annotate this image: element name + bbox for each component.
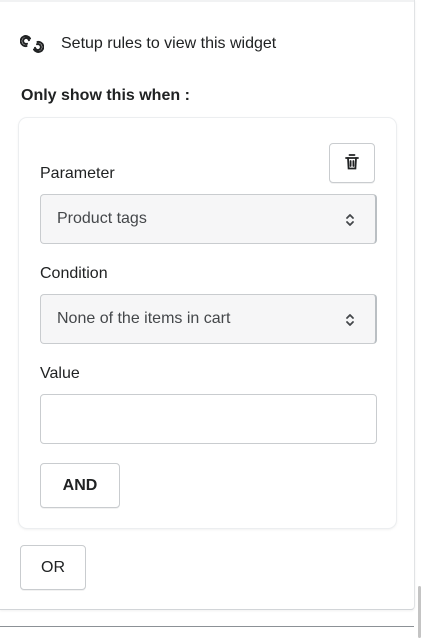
- setup-rules-text: Setup rules to view this widget: [61, 35, 277, 52]
- setup-rules-row[interactable]: Setup rules to view this widget: [20, 32, 276, 56]
- select-arrows-icon: [345, 212, 355, 228]
- parameter-label: Parameter: [40, 165, 115, 182]
- link-rules-icon: [20, 32, 44, 56]
- value-input[interactable]: [40, 394, 377, 444]
- select-arrows-icon: [345, 312, 355, 328]
- value-label: Value: [40, 365, 80, 382]
- parameter-select[interactable]: Product tags: [40, 194, 377, 244]
- scrollbar-thumb[interactable]: [418, 586, 421, 638]
- parameter-select-value: Product tags: [57, 210, 147, 227]
- top-divider: [0, 0, 414, 2]
- condition-label: Condition: [40, 265, 108, 282]
- condition-select[interactable]: None of the items in cart: [40, 294, 377, 344]
- rules-heading: Only show this when :: [21, 87, 190, 104]
- or-button[interactable]: OR: [20, 545, 86, 590]
- trash-icon: [344, 153, 360, 174]
- condition-select-value: None of the items in cart: [57, 310, 231, 327]
- scrollbar-track[interactable]: [417, 0, 422, 638]
- bottom-divider: [0, 626, 414, 627]
- widget-rules-panel: Setup rules to view this widget Only sho…: [0, 0, 415, 610]
- and-button[interactable]: AND: [40, 463, 120, 508]
- rule-card: Parameter Product tags Condition None of…: [19, 118, 396, 528]
- delete-rule-button[interactable]: [329, 143, 375, 183]
